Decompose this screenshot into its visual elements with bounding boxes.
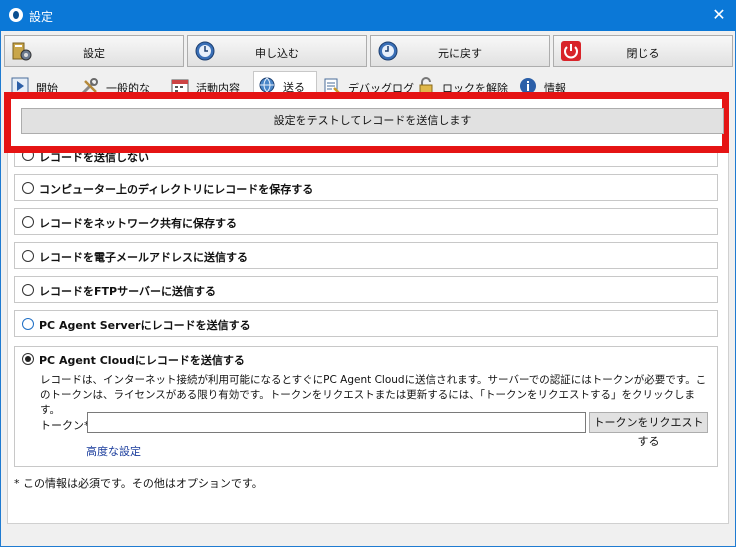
option-network-share-label: レコードをネットワーク共有に保存する [39, 217, 237, 230]
option-network-share-radio[interactable] [22, 216, 34, 228]
option-save-directory-label: コンピューター上のディレクトリにレコードを保存する [39, 183, 314, 196]
token-label: トークン*: [40, 419, 94, 432]
option-ftp-label: レコードをFTPサーバーに送信する [39, 285, 216, 298]
option-agent-cloud-radio[interactable] [22, 353, 34, 365]
option-ftp-radio[interactable] [22, 284, 34, 296]
apply-button-label: 申し込む [255, 47, 299, 60]
option-agent-server-radio[interactable] [22, 318, 34, 330]
option-agent-server[interactable]: PC Agent Serverにレコードを送信する [14, 310, 718, 337]
required-footnote: * この情報は必須です。その他はオプションです。 [14, 477, 263, 490]
option-network-share[interactable]: レコードをネットワーク共有に保存する [14, 208, 718, 235]
test-send-button[interactable]: 設定をテストしてレコードを送信します [21, 108, 724, 134]
revert-button[interactable]: 元に戻す [370, 35, 550, 67]
option-email-label: レコードを電子メールアドレスに送信する [39, 251, 248, 264]
request-token-button[interactable]: トークンをリクエストする [589, 412, 708, 448]
settings-button-label: 設定 [83, 47, 105, 60]
option-save-directory-radio[interactable] [22, 182, 34, 194]
option-email[interactable]: レコードを電子メールアドレスに送信する [14, 242, 718, 269]
option-agent-cloud-label: PC Agent Cloudにレコードを送信する [39, 354, 245, 367]
token-input[interactable] [87, 412, 586, 433]
apply-button[interactable]: 申し込む [187, 35, 367, 67]
option-save-directory[interactable]: コンピューター上のディレクトリにレコードを保存する [14, 174, 718, 201]
settings-button[interactable]: 設定 [4, 35, 184, 67]
advanced-settings-link[interactable]: 高度な設定 [86, 443, 141, 459]
option-email-radio[interactable] [22, 250, 34, 262]
close-button-label: 閉じる [626, 47, 660, 60]
window-title: 設定 [29, 10, 54, 24]
option-ftp[interactable]: レコードをFTPサーバーに送信する [14, 276, 718, 303]
close-window-button[interactable]: ✕ [708, 4, 730, 26]
option-agent-server-label: PC Agent Serverにレコードを送信する [39, 319, 251, 332]
revert-button-label: 元に戻す [438, 47, 482, 60]
close-button[interactable]: 閉じる [553, 35, 733, 67]
option-agent-cloud: PC Agent Cloudにレコードを送信する レコードは、インターネット接続… [14, 346, 718, 467]
app-icon [9, 8, 23, 22]
title-bar: 設定 ✕ [0, 0, 736, 31]
highlight-frame: 設定をテストしてレコードを送信します [4, 92, 729, 153]
